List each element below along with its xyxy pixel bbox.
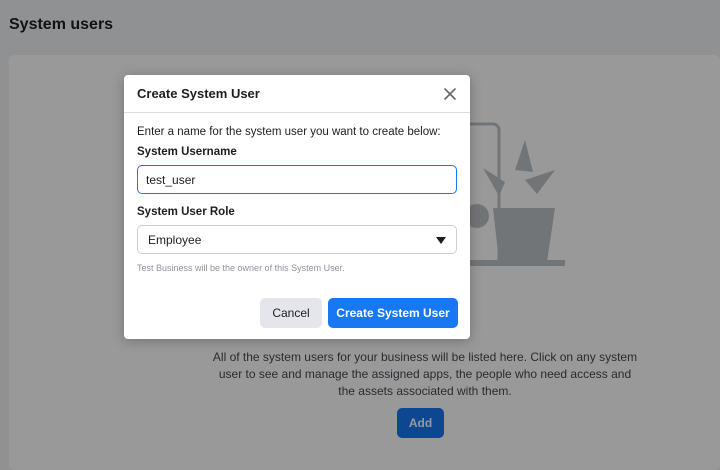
username-input[interactable]	[137, 165, 457, 194]
username-label: System Username	[137, 146, 237, 158]
dialog-title: Create System User	[137, 86, 260, 101]
caret-down-icon	[436, 237, 446, 244]
owner-note: Test Business will be the owner of this …	[137, 263, 345, 273]
role-select[interactable]: Employee	[137, 225, 457, 254]
dialog-instruction: Enter a name for the system user you wan…	[137, 126, 441, 138]
close-icon[interactable]	[442, 86, 458, 102]
create-system-user-button[interactable]: Create System User	[328, 298, 458, 328]
cancel-button[interactable]: Cancel	[260, 298, 322, 328]
create-system-user-dialog: Create System User Enter a name for the …	[124, 75, 470, 339]
dialog-divider	[124, 112, 470, 113]
role-label: System User Role	[137, 206, 235, 218]
page: System users System Users yet. users All…	[0, 0, 720, 470]
role-selected-value: Employee	[148, 233, 202, 247]
